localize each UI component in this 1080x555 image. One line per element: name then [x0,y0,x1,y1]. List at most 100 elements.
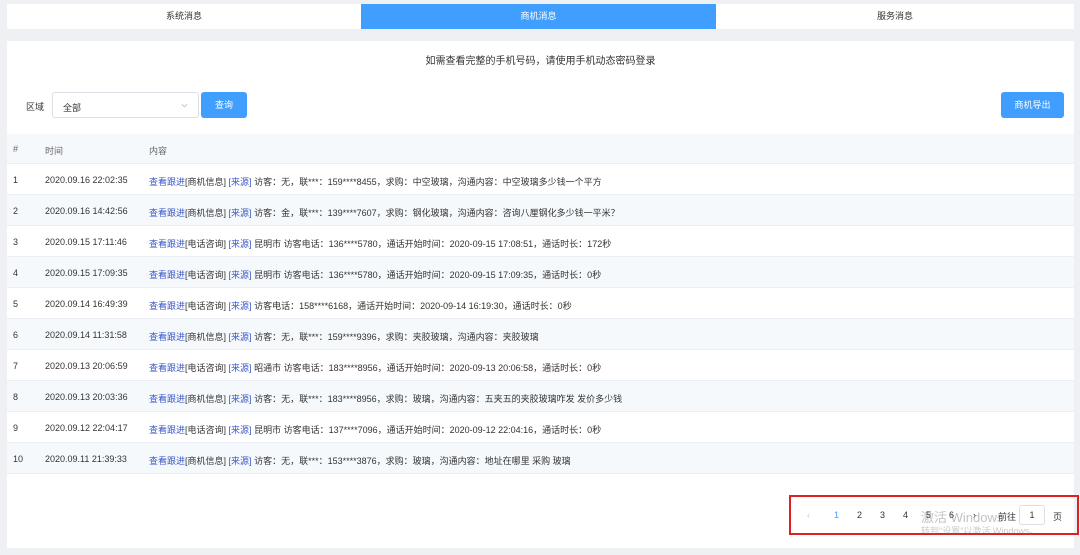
row-type: [电话咨询] [185,239,227,249]
row-detail: 访客：无，联***：159****9396，求购：夹胶玻璃，沟通内容：夹胶玻璃 [251,332,539,342]
row-type: [电话咨询] [185,425,227,435]
export-button[interactable]: 商机导出 [1001,92,1064,118]
row-num: 1 [13,175,19,185]
source-link[interactable]: [来源] [229,239,252,249]
source-link[interactable]: [来源] [229,301,252,311]
goto-label: 前往 [998,512,1017,522]
page-3[interactable]: 3 [880,510,885,520]
region-select-value: 全部 [63,103,82,113]
table-row: 2 2020.09.16 14:42:56 查看跟进[商机信息] [来源] 访客：金… [7,195,1074,226]
page-4[interactable]: 4 [903,510,908,520]
tab-system-messages[interactable]: 系统消息 [7,4,361,29]
tab-business-messages[interactable]: 商机消息 [361,4,716,29]
table-row: 4 2020.09.15 17:09:35 查看跟进[电话咨询] [来源] 昆明市 … [7,257,1074,288]
row-content: 查看跟进[电话咨询] [来源] 昆明市 访客电话：137****7096，通话开… [149,423,601,436]
row-content: 查看跟进[电话咨询] [来源] 昭通市 访客电话：183****8956，通话开… [149,361,601,374]
row-content: 查看跟进[商机信息] [来源] 访客：无，联***：153****3876，求购… [149,454,571,467]
message-table: # 时间 内容 1 2020.09.16 22:02:35 查看跟进[商机信息] [… [7,134,1074,474]
source-link[interactable]: [来源] [229,177,252,187]
view-followup-link[interactable]: 查看跟进 [149,177,185,187]
goto-page-input[interactable]: 1 [1019,505,1045,525]
source-link[interactable]: [来源] [229,363,252,373]
view-followup-link[interactable]: 查看跟进 [149,394,185,404]
view-followup-link[interactable]: 查看跟进 [149,425,185,435]
row-num: 5 [13,299,19,309]
row-num: 2 [13,206,19,216]
row-detail: 昆明市 访客电话：137****7096，通话开始时间：2020-09-12 2… [251,425,602,435]
table-body: 1 2020.09.16 22:02:35 查看跟进[商机信息] [来源] 访客：无… [7,164,1074,474]
row-content: 查看跟进[电话咨询] [来源] 昆明市 访客电话：136****5780，通话开… [149,268,601,281]
prev-page-button[interactable]: ‹ [807,510,810,520]
source-link[interactable]: [来源] [229,394,252,404]
table-row: 7 2020.09.13 20:06:59 查看跟进[电话咨询] [来源] 昭通市 … [7,350,1074,381]
activation-watermark-sub: 转到"设置"以激活 Windows。 [921,526,1039,536]
row-detail: 昆明市 访客电话：136****5780，通话开始时间：2020-09-15 1… [251,270,602,280]
view-followup-link[interactable]: 查看跟进 [149,363,185,373]
row-detail: 昆明市 访客电话：136****5780，通话开始时间：2020-09-15 1… [251,239,612,249]
view-followup-link[interactable]: 查看跟进 [149,332,185,342]
table-row: 1 2020.09.16 22:02:35 查看跟进[商机信息] [来源] 访客：无… [7,164,1074,195]
source-link[interactable]: [来源] [229,270,252,280]
table-row: 9 2020.09.12 22:04:17 查看跟进[电话咨询] [来源] 昆明市 … [7,412,1074,443]
row-type: [电话咨询] [185,301,227,311]
page-2[interactable]: 2 [857,510,862,520]
page-6[interactable]: 6 [949,510,954,520]
row-content: 查看跟进[商机信息] [来源] 访客：无，联***：183****8956，求购… [149,392,622,405]
message-tabs: 系统消息 商机消息 服务消息 [7,4,1074,29]
page-1[interactable]: 1 [834,510,839,520]
login-notice: 如需查看完整的手机号码，请使用手机动态密码登录 [425,56,656,67]
row-num: 4 [13,268,19,278]
source-link[interactable]: [来源] [229,332,252,342]
tab-service-messages[interactable]: 服务消息 [716,4,1074,29]
row-num: 7 [13,361,19,371]
source-link[interactable]: [来源] [229,208,252,218]
row-detail: 访客：无，联***：159****8455，求购：中空玻璃，沟通内容：中空玻璃多… [251,177,602,187]
table-row: 6 2020.09.14 11:31:58 查看跟进[商机信息] [来源] 访客：无… [7,319,1074,350]
activation-watermark: 激活 Windows [921,510,1004,525]
row-time: 2020.09.11 21:39:33 [45,454,127,464]
view-followup-link[interactable]: 查看跟进 [149,456,185,466]
row-type: [商机信息] [185,456,227,466]
row-type: [电话咨询] [185,363,227,373]
row-num: 3 [13,237,19,247]
row-type: [商机信息] [185,208,227,218]
table-header: # 时间 内容 [7,134,1074,164]
next-page-button[interactable]: › [973,510,976,520]
view-followup-link[interactable]: 查看跟进 [149,270,185,280]
row-num: 8 [13,392,19,402]
table-row: 5 2020.09.14 16:49:39 查看跟进[电话咨询] [来源] 访客电话… [7,288,1074,319]
source-link[interactable]: [来源] [229,425,252,435]
row-time: 2020.09.13 20:06:59 [45,361,128,371]
row-type: [商机信息] [185,332,227,342]
view-followup-link[interactable]: 查看跟进 [149,239,185,249]
header-time: 时间 [45,146,64,156]
goto-suffix: 页 [1053,512,1063,522]
pagination: ‹ 1 2 3 4 5 6 › 前往 1 页 激活 Windows 转到"设置"… [789,495,1079,536]
row-detail: 访客：金，联***：139****7607，求购：钢化玻璃，沟通内容：咨询八厘钢… [251,208,620,218]
query-button[interactable]: 查询 [201,92,247,118]
row-num: 10 [13,454,24,464]
row-time: 2020.09.14 11:31:58 [45,330,127,340]
row-detail: 访客：无，联***：153****3876，求购：玻璃，沟通内容：地址在哪里 采… [251,456,571,466]
row-detail: 访客：无，联***：183****8956，求购：玻璃，沟通内容：五夹五的夹胶玻… [251,394,623,404]
content-panel: 如需查看完整的手机号码，请使用手机动态密码登录 区域 全部 查询 商机导出 # … [7,41,1079,548]
header-content: 内容 [149,146,168,156]
row-detail: 访客电话：158****6168，通话开始时间：2020-09-14 16:19… [251,301,572,311]
row-num: 9 [13,423,19,433]
region-select[interactable]: 全部 [52,92,199,118]
row-type: [商机信息] [185,394,227,404]
row-detail: 昭通市 访客电话：183****8956，通话开始时间：2020-09-13 2… [251,363,602,373]
page-5[interactable]: 5 [926,510,931,520]
region-label: 区域 [26,102,45,112]
row-content: 查看跟进[商机信息] [来源] 访客：无，联***：159****8455，求购… [149,175,602,188]
row-time: 2020.09.12 22:04:17 [45,423,128,433]
view-followup-link[interactable]: 查看跟进 [149,301,185,311]
table-row: 3 2020.09.15 17:11:46 查看跟进[电话咨询] [来源] 昆明市 … [7,226,1074,257]
row-time: 2020.09.15 17:09:35 [45,268,128,278]
source-link[interactable]: [来源] [229,456,252,466]
header-num: # [13,144,19,154]
view-followup-link[interactable]: 查看跟进 [149,208,185,218]
row-time: 2020.09.14 16:49:39 [45,299,128,309]
row-time: 2020.09.15 17:11:46 [45,237,127,247]
table-row: 10 2020.09.11 21:39:33 查看跟进[商机信息] [来源] 访客：… [7,443,1074,474]
